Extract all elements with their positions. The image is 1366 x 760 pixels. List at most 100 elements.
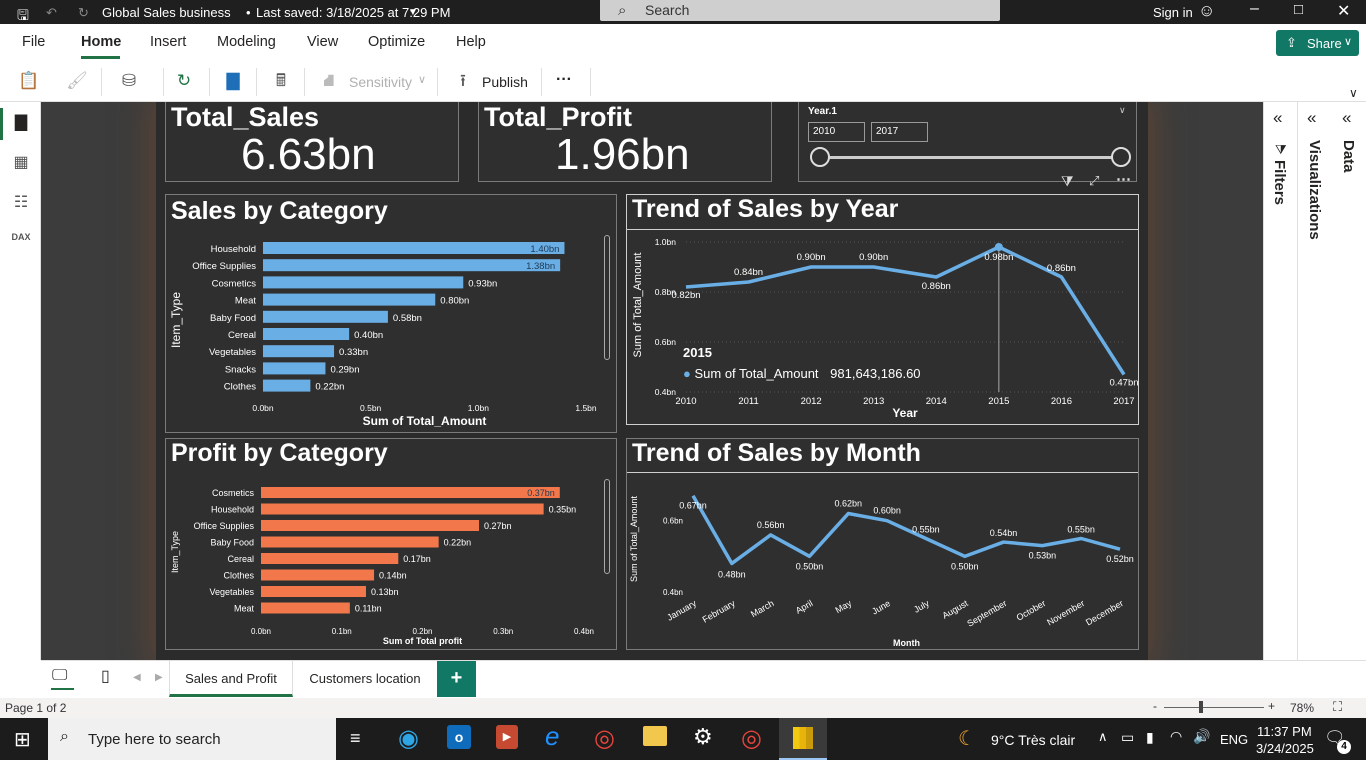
data-label: 0.22bn bbox=[444, 538, 472, 548]
menu-help[interactable]: Help bbox=[456, 34, 486, 50]
tray-battery-icon[interactable]: ▮ bbox=[1146, 729, 1154, 746]
publish-icon[interactable]: ⭱ bbox=[452, 70, 474, 92]
refresh-icon[interactable]: ↻ bbox=[173, 70, 195, 92]
chrome-icon[interactable]: ◎ bbox=[594, 724, 615, 753]
chart-scrollbar[interactable] bbox=[604, 479, 610, 574]
menu-file[interactable]: File bbox=[22, 34, 45, 50]
sales-by-category-card[interactable]: Sales by Category Household 1.40bn Office … bbox=[165, 194, 617, 433]
get-data-icon[interactable]: ⛁ bbox=[118, 70, 140, 92]
table-view-icon[interactable]: ▦ bbox=[10, 152, 32, 174]
expand-data-icon[interactable]: « bbox=[1342, 108, 1351, 128]
taskbar-search-box[interactable]: ⌕ Type here to search bbox=[48, 718, 336, 760]
wifi-icon[interactable]: ◠ bbox=[1170, 728, 1182, 745]
visualizations-label[interactable]: Visualizations bbox=[1306, 140, 1323, 240]
fit-to-page-icon[interactable]: ⛶ bbox=[1333, 699, 1342, 715]
new-visual-icon[interactable]: ▇ bbox=[222, 70, 244, 92]
sign-in-link[interactable]: Sign in bbox=[1153, 5, 1193, 20]
search-box[interactable]: ⌕ Search bbox=[600, 0, 1000, 21]
layout-indicator bbox=[51, 688, 74, 690]
publish-button[interactable]: Publish bbox=[482, 74, 528, 90]
report-view-icon[interactable]: ▇ bbox=[10, 112, 32, 134]
minimize-icon[interactable]: – bbox=[1250, 0, 1259, 18]
slicer-chevron-icon[interactable]: ∨ bbox=[1119, 105, 1126, 116]
zoom-slider-handle[interactable] bbox=[1199, 701, 1203, 713]
slicer-start-handle[interactable] bbox=[810, 147, 830, 167]
x-tick-label: December bbox=[1084, 598, 1125, 627]
calculation-icon[interactable]: 🖩 bbox=[270, 70, 292, 92]
more-options-icon[interactable]: ⋯ bbox=[1116, 170, 1131, 188]
slicer-track bbox=[819, 156, 1121, 159]
year-slicer[interactable]: Year.1 ∨ 2010 2017 bbox=[798, 102, 1137, 182]
media-player-icon[interactable]: ▶ bbox=[496, 725, 518, 749]
tray-chevron-icon[interactable]: ∧ bbox=[1098, 729, 1108, 745]
prev-page-icon[interactable]: ◀ bbox=[133, 672, 141, 683]
data-label[interactable]: Data bbox=[1340, 140, 1357, 173]
model-view-icon[interactable]: ☷ bbox=[10, 192, 32, 214]
slicer-end-handle[interactable] bbox=[1111, 147, 1131, 167]
expand-filters-icon[interactable]: « bbox=[1273, 108, 1282, 128]
expand-visualizations-icon[interactable]: « bbox=[1307, 108, 1316, 128]
format-painter-icon[interactable]: 🖌 bbox=[66, 70, 88, 92]
menu-home[interactable]: Home bbox=[81, 34, 121, 50]
task-view-icon[interactable]: ≡ bbox=[350, 728, 361, 749]
menu-view[interactable]: View bbox=[307, 34, 338, 50]
page-tabs-bar: 🖵 ▯ ◀ ▶ Sales and Profit Customers locat… bbox=[41, 660, 1366, 698]
more-options-button[interactable]: ··· bbox=[556, 71, 572, 89]
ie-icon[interactable]: e bbox=[545, 721, 559, 752]
settings-gear-icon[interactable]: ⚙ bbox=[693, 724, 713, 750]
x-tick-label: August bbox=[940, 598, 970, 621]
add-page-button[interactable]: + bbox=[437, 661, 476, 697]
desktop-layout-icon[interactable]: 🖵 bbox=[52, 667, 67, 685]
zoom-out-icon[interactable]: - bbox=[1153, 699, 1157, 713]
dax-query-view-icon[interactable]: DAX bbox=[10, 232, 32, 254]
filters-label[interactable]: Filters bbox=[1271, 160, 1288, 205]
status-bar: Page 1 of 2 - + 78% ⛶ bbox=[0, 698, 1366, 718]
mobile-layout-icon[interactable]: ▯ bbox=[101, 666, 110, 686]
data-label: 0.98bn bbox=[984, 252, 1013, 263]
kpi-card-total-profit[interactable]: Total_Profit 1.96bn bbox=[478, 102, 772, 182]
trend-sales-year-card[interactable]: Trend of Sales by Year 0.82bn 2010 0.84bn 2… bbox=[626, 194, 1139, 425]
next-page-icon[interactable]: ▶ bbox=[155, 672, 163, 683]
ribbon-divider bbox=[590, 68, 591, 96]
share-button[interactable]: ⇪ Share ∨ bbox=[1276, 30, 1359, 56]
focus-mode-icon[interactable]: ⤢ bbox=[1089, 173, 1099, 189]
zoom-in-icon[interactable]: + bbox=[1268, 699, 1275, 713]
language-indicator[interactable]: ENG bbox=[1220, 732, 1248, 747]
chrome-profile-icon[interactable]: ◎ bbox=[741, 724, 762, 753]
trend-sales-month-card[interactable]: Trend of Sales by Month 0.67bn January 0.4… bbox=[626, 438, 1139, 650]
file-explorer-icon[interactable] bbox=[643, 726, 667, 746]
title-chevron-icon[interactable]: ▼ bbox=[408, 7, 418, 18]
undo-icon[interactable]: ↶ bbox=[46, 5, 57, 21]
tooltip-series-dot-icon: ● bbox=[683, 366, 691, 381]
category-label: Clothes bbox=[223, 571, 254, 581]
y-tick-label: 0.8bn bbox=[655, 287, 677, 297]
account-icon[interactable]: ☺ bbox=[1198, 1, 1215, 21]
zoom-slider-track[interactable] bbox=[1164, 707, 1264, 708]
menu-insert[interactable]: Insert bbox=[150, 34, 186, 50]
menu-modeling[interactable]: Modeling bbox=[217, 34, 276, 50]
tab-sales-and-profit[interactable]: Sales and Profit bbox=[169, 661, 293, 697]
weather-text[interactable]: 9°C Très clair bbox=[991, 732, 1075, 748]
windows-start-icon[interactable]: ⊞ bbox=[14, 727, 31, 752]
slicer-from-input[interactable]: 2010 bbox=[808, 122, 865, 142]
powerbi-taskbar-item[interactable] bbox=[779, 718, 827, 760]
maximize-icon[interactable]: □ bbox=[1294, 1, 1303, 18]
tray-device-icon[interactable]: ▭ bbox=[1121, 729, 1134, 746]
menu-optimize[interactable]: Optimize bbox=[368, 34, 425, 50]
close-icon[interactable]: ✕ bbox=[1337, 1, 1350, 21]
clock-time[interactable]: 11:37 PM bbox=[1257, 724, 1312, 739]
clock-date[interactable]: 3/24/2025 bbox=[1256, 741, 1314, 756]
volume-icon[interactable]: 🔊 bbox=[1193, 728, 1210, 745]
outlook-icon[interactable]: o bbox=[447, 725, 471, 749]
slicer-to-input[interactable]: 2017 bbox=[871, 122, 928, 142]
tab-customers-location[interactable]: Customers location bbox=[294, 661, 436, 697]
redo-icon[interactable]: ↻ bbox=[78, 5, 89, 21]
filter-icon[interactable]: ⧩ bbox=[1061, 173, 1074, 190]
profit-by-category-card[interactable]: Profit by Category Cosmetics 0.37bn Househ… bbox=[165, 438, 617, 650]
chart-scrollbar[interactable] bbox=[604, 235, 610, 360]
edge-icon[interactable]: ◉ bbox=[398, 724, 419, 753]
ribbon-collapse-icon[interactable]: ∨ bbox=[1349, 86, 1358, 100]
kpi-card-total-sales[interactable]: Total_Sales 6.63bn bbox=[165, 102, 459, 182]
filters-pane-collapsed[interactable]: « ⧩ Filters bbox=[1263, 102, 1297, 660]
paste-icon[interactable]: 📋 bbox=[18, 70, 40, 92]
